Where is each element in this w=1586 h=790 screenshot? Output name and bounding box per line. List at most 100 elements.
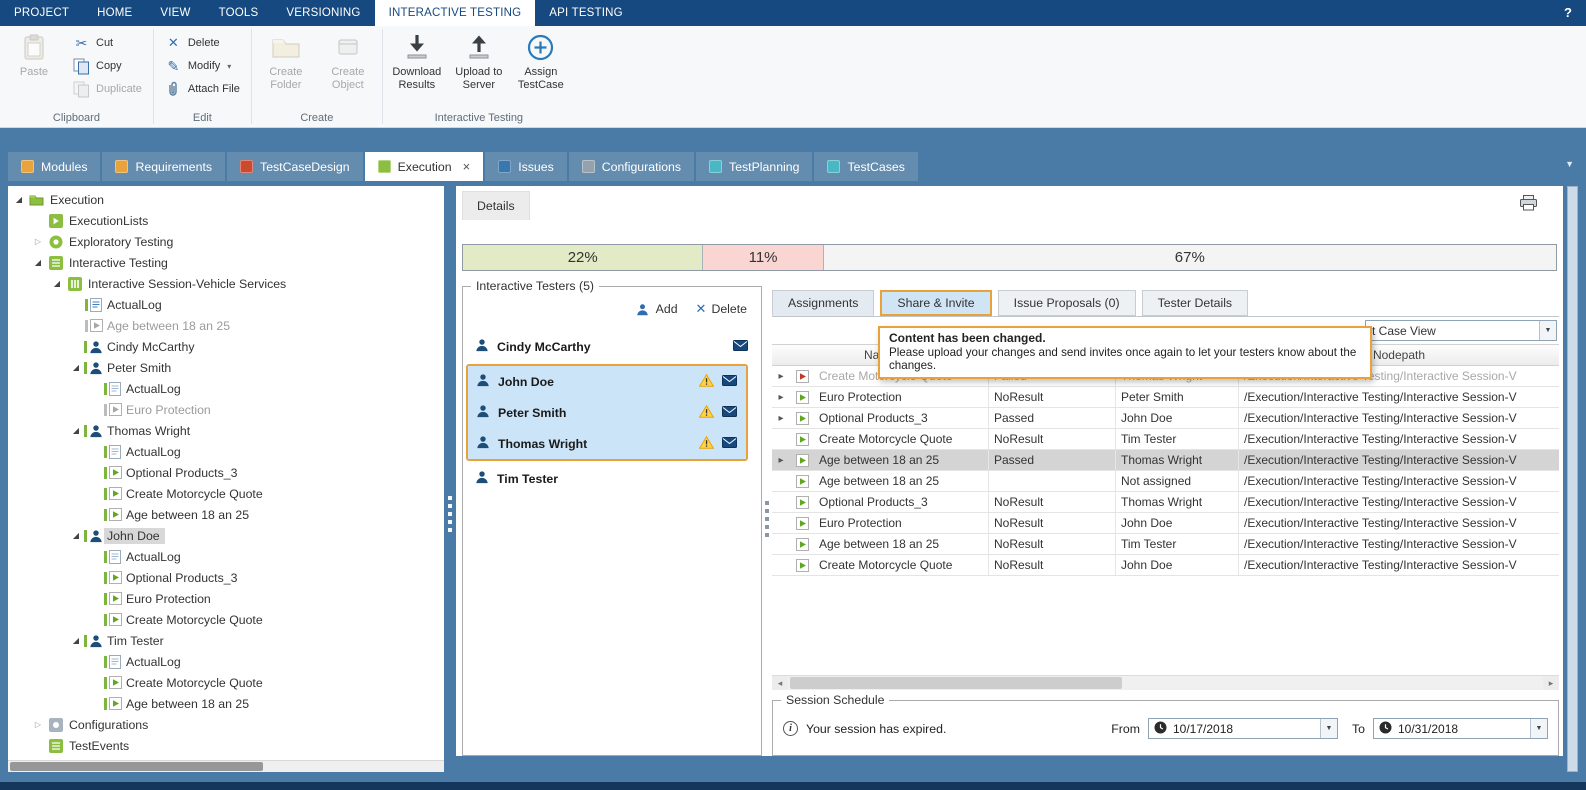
ribbon-button-upload-to-server[interactable]: Upload to Server (448, 27, 510, 93)
expand-icon[interactable]: ▷ (31, 720, 45, 729)
tree-horizontal-scrollbar[interactable] (8, 760, 444, 772)
scroll-right-icon[interactable]: ▸ (1543, 676, 1559, 690)
workspace-tab-configurations[interactable]: Configurations (569, 152, 694, 181)
tree-item-age-between-18-an-25[interactable]: Age between 18 an 25 (8, 504, 444, 525)
tree-item-euro-protection[interactable]: Euro Protection (8, 588, 444, 609)
dropdown-caret-icon[interactable]: ▼ (1530, 719, 1547, 738)
tree-item-configurations[interactable]: ▷Configurations (8, 714, 444, 735)
tester-item-cindy-mccarthy[interactable]: Cindy McCarthy (463, 331, 761, 362)
details-tab[interactable]: Details (462, 191, 530, 220)
table-row[interactable]: Optional Products_3NoResultThomas Wright… (772, 492, 1559, 513)
collapse-icon[interactable]: ◢ (69, 363, 83, 372)
table-row[interactable]: ▸Optional Products_3PassedJohn Doe/Execu… (772, 408, 1559, 429)
tree-item-john-doe[interactable]: ◢John Doe (8, 525, 444, 546)
collapse-icon[interactable]: ◢ (31, 258, 45, 267)
scrollbar-thumb[interactable] (790, 677, 1122, 689)
menu-item-api-testing[interactable]: API TESTING (535, 0, 637, 26)
workspace-tab-testcasedesign[interactable]: TestCaseDesign (227, 152, 363, 181)
add-tester-button[interactable]: Add (634, 301, 678, 317)
table-row[interactable]: Age between 18 an 25Not assigned/Executi… (772, 471, 1559, 492)
ribbon-button-attach-file[interactable]: Attach File (160, 79, 245, 99)
tester-item-thomas-wright[interactable]: Thomas Wright (468, 428, 746, 459)
collapse-icon[interactable]: ◢ (69, 426, 83, 435)
collapse-icon[interactable]: ◢ (69, 636, 83, 645)
row-expand-icon[interactable]: ▸ (772, 413, 790, 424)
tree-item-actuallog[interactable]: ActualLog (8, 546, 444, 567)
ribbon-button-paste[interactable]: Paste (3, 27, 65, 81)
case-view-dropdown[interactable]: t Case View ▼ (1365, 320, 1557, 341)
tab-issue-proposals-0[interactable]: Issue Proposals (0) (998, 290, 1136, 316)
row-expand-icon[interactable]: ▸ (772, 371, 790, 382)
tree-item-age-between-18-an-25[interactable]: Age between 18 an 25 (8, 315, 444, 336)
ribbon-button-modify[interactable]: ✎Modify▾ (160, 56, 245, 76)
row-expand-icon[interactable]: ▸ (772, 392, 790, 403)
table-row[interactable]: Create Motorcycle QuoteNoResultJohn Doe/… (772, 555, 1559, 576)
table-row[interactable]: Age between 18 an 25NoResultTim Tester/E… (772, 534, 1559, 555)
collapse-icon[interactable]: ◢ (12, 195, 26, 204)
menu-item-interactive-testing[interactable]: INTERACTIVE TESTING (375, 0, 536, 26)
table-row[interactable]: Create Motorcycle QuoteNoResultTim Teste… (772, 429, 1559, 450)
to-date-picker[interactable]: 10/31/2018 ▼ (1373, 718, 1548, 739)
tree-item-testevents[interactable]: TestEvents (8, 735, 444, 756)
ribbon-button-duplicate[interactable]: Duplicate (68, 79, 147, 99)
tree-item-age-between-18-an-25[interactable]: Age between 18 an 25 (8, 693, 444, 714)
delete-tester-button[interactable]: ✕ Delete (696, 301, 747, 317)
tree-item-actuallog[interactable]: ActualLog (8, 378, 444, 399)
scrollbar-thumb[interactable] (10, 762, 263, 771)
testers-splitter[interactable] (762, 286, 772, 756)
tree-item-optional-products-3[interactable]: Optional Products_3 (8, 567, 444, 588)
tester-item-peter-smith[interactable]: Peter Smith (468, 397, 746, 428)
table-row[interactable]: Euro ProtectionNoResultJohn Doe/Executio… (772, 513, 1559, 534)
tab-overflow-button[interactable]: ▼ (1565, 159, 1574, 169)
workspace-tab-issues[interactable]: Issues (485, 152, 567, 181)
tree-item-actuallog[interactable]: ActualLog (8, 441, 444, 462)
tree-item-create-motorcycle-quote[interactable]: Create Motorcycle Quote (8, 609, 444, 630)
print-icon[interactable] (1520, 195, 1537, 214)
collapse-icon[interactable]: ◢ (50, 279, 64, 288)
menu-item-versioning[interactable]: VERSIONING (272, 0, 374, 26)
table-row[interactable]: ▸Euro ProtectionNoResultPeter Smith/Exec… (772, 387, 1559, 408)
tree-item-euro-protection[interactable]: Euro Protection (8, 399, 444, 420)
tree-item-interactive-testing[interactable]: ◢Interactive Testing (8, 252, 444, 273)
collapse-icon[interactable]: ◢ (69, 531, 83, 540)
menu-item-tools[interactable]: TOOLS (205, 0, 273, 26)
menu-item-project[interactable]: PROJECT (0, 0, 83, 26)
dropdown-caret-icon[interactable]: ▼ (1320, 719, 1337, 738)
close-tab-icon[interactable]: × (463, 160, 471, 173)
tree-item-create-motorcycle-quote[interactable]: Create Motorcycle Quote (8, 483, 444, 504)
tab-tester-details[interactable]: Tester Details (1142, 290, 1249, 316)
ribbon-button-create-folder[interactable]: Create Folder (255, 27, 317, 93)
ribbon-button-download-results[interactable]: Download Results (386, 27, 448, 93)
tree-item-tim-tester[interactable]: ◢Tim Tester (8, 630, 444, 651)
tree-item-actuallog[interactable]: ActualLog (8, 651, 444, 672)
scroll-left-icon[interactable]: ◂ (772, 676, 788, 690)
workspace-tab-execution[interactable]: Execution× (365, 152, 484, 181)
from-date-picker[interactable]: 10/17/2018 ▼ (1148, 718, 1338, 739)
ribbon-button-create-object[interactable]: Create Object (317, 27, 379, 93)
menu-item-view[interactable]: VIEW (146, 0, 204, 26)
table-horizontal-scrollbar[interactable]: ◂ ▸ (772, 675, 1559, 690)
tester-item-john-doe[interactable]: John Doe (468, 366, 746, 397)
tree-item-create-motorcycle-quote[interactable]: Create Motorcycle Quote (8, 672, 444, 693)
workspace-tab-requirements[interactable]: Requirements (102, 152, 225, 181)
scrollbar-track[interactable] (788, 676, 1543, 690)
tab-assignments[interactable]: Assignments (772, 290, 874, 316)
tab-share-invite[interactable]: Share & Invite (880, 290, 991, 316)
table-row[interactable]: ▸Age between 18 an 25PassedThomas Wright… (772, 450, 1559, 471)
tree-item-exploratory-testing[interactable]: ▷Exploratory Testing (8, 231, 444, 252)
tree-item-peter-smith[interactable]: ◢Peter Smith (8, 357, 444, 378)
tree-item-optional-products-3[interactable]: Optional Products_3 (8, 462, 444, 483)
workspace-tab-modules[interactable]: Modules (8, 152, 100, 181)
tree-item-thomas-wright[interactable]: ◢Thomas Wright (8, 420, 444, 441)
tree-details-splitter[interactable] (444, 186, 456, 772)
vertical-scrollbar[interactable] (1567, 186, 1578, 772)
menu-item-home[interactable]: HOME (83, 0, 146, 26)
tree-item-actuallog[interactable]: ActualLog (8, 294, 444, 315)
row-expand-icon[interactable]: ▸ (772, 455, 790, 466)
workspace-tab-testcases[interactable]: TestCases (814, 152, 917, 181)
tree-item-executionlists[interactable]: ExecutionLists (8, 210, 444, 231)
ribbon-button-cut[interactable]: ✂Cut (68, 33, 147, 53)
ribbon-button-copy[interactable]: Copy (68, 56, 147, 76)
tester-item-tim-tester[interactable]: Tim Tester (463, 463, 761, 494)
tree-item-cindy-mccarthy[interactable]: Cindy McCarthy (8, 336, 444, 357)
